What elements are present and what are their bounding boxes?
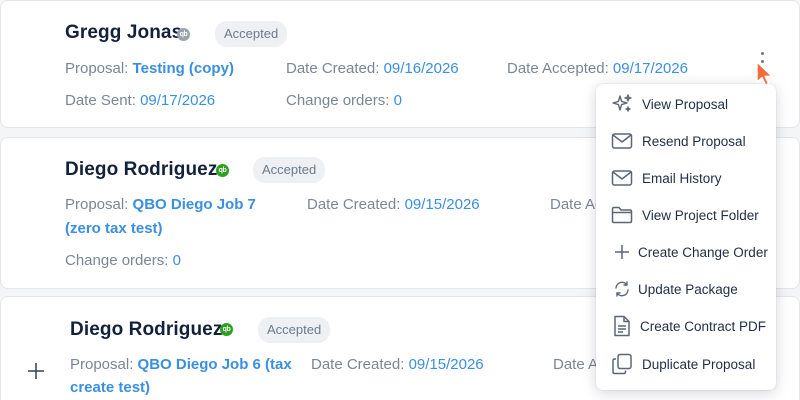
mouse-cursor-icon bbox=[756, 61, 773, 86]
proposal-label: Proposal: bbox=[70, 356, 134, 373]
menu-item-label: Duplicate Proposal bbox=[642, 356, 756, 372]
proposal-field: Proposal: QBO Diego Job 6 (tax bbox=[70, 353, 292, 377]
proposal-link[interactable]: QBO Diego Job 7 bbox=[133, 196, 256, 213]
status-badge: Accepted bbox=[258, 317, 331, 343]
qb-icon: qb bbox=[220, 323, 233, 336]
proposal-field: Proposal: QBO Diego Job 7 bbox=[65, 193, 256, 217]
menu-item-label: View Proposal bbox=[642, 96, 729, 112]
proposal-label: Proposal: bbox=[65, 60, 129, 77]
proposal-link-line2[interactable]: (zero tax test) bbox=[65, 220, 163, 237]
qb-icon: qb bbox=[177, 28, 190, 41]
copy-icon bbox=[610, 352, 634, 376]
menu-item-label: Create Change Order bbox=[638, 244, 768, 260]
menu-item-label: Update Package bbox=[638, 281, 738, 297]
date-created-field: Date Created: 09/16/2026 bbox=[286, 57, 459, 81]
client-name[interactable]: Diego Rodriguez bbox=[65, 159, 217, 181]
date-accepted-field: Date Accepted: 09/17/2026 bbox=[507, 57, 688, 81]
date-created-value: 09/16/2026 bbox=[383, 60, 459, 77]
date-accepted-label: Date A bbox=[553, 356, 599, 373]
menu-item-view-proposal[interactable]: View Proposal bbox=[596, 87, 776, 121]
change-orders-field: Change orders: 0 bbox=[65, 249, 181, 273]
date-sent-value: 09/17/2026 bbox=[140, 92, 216, 109]
menu-item-duplicate-proposal[interactable]: Duplicate Proposal bbox=[596, 347, 776, 381]
status-badge: Accepted bbox=[253, 157, 326, 183]
menu-item-create-change-order[interactable]: Create Change Order bbox=[596, 235, 776, 269]
proposal-link[interactable]: QBO Diego Job 6 (tax bbox=[138, 356, 292, 373]
change-orders-value[interactable]: 0 bbox=[394, 92, 402, 109]
date-accepted-label: Date Accepted: bbox=[507, 60, 609, 77]
date-created-value: 09/15/2026 bbox=[408, 356, 484, 373]
menu-item-label: Resend Proposal bbox=[642, 133, 746, 149]
plus-icon bbox=[610, 240, 634, 264]
menu-item-label: View Project Folder bbox=[642, 207, 759, 223]
proposal-label: Proposal: bbox=[65, 196, 129, 213]
menu-item-view-project-folder[interactable]: View Project Folder bbox=[596, 198, 776, 232]
date-accepted-field: Date A bbox=[553, 353, 598, 377]
menu-item-label: Create Contract PDF bbox=[640, 318, 767, 334]
envelope-icon bbox=[610, 129, 634, 153]
change-orders-value[interactable]: 0 bbox=[173, 252, 181, 269]
date-accepted-label: Date Ac bbox=[550, 196, 603, 213]
date-created-field: Date Created: 09/15/2026 bbox=[307, 193, 480, 217]
change-orders-label: Change orders: bbox=[65, 252, 169, 269]
date-sent-field: Date Sent: 09/17/2026 bbox=[65, 89, 215, 113]
envelope-icon bbox=[610, 166, 634, 190]
sparkle-icon bbox=[610, 92, 634, 116]
change-orders-label: Change orders: bbox=[286, 92, 390, 109]
expand-plus-icon[interactable] bbox=[27, 362, 45, 380]
status-badge: Accepted bbox=[215, 21, 288, 47]
proposal-field-wrap: create test) bbox=[70, 376, 150, 400]
change-orders-field: Change orders: 0 bbox=[286, 89, 402, 113]
date-sent-label: Date Sent: bbox=[65, 92, 136, 109]
actions-dropdown-menu: View Proposal Resend Proposal Email Hist… bbox=[596, 84, 776, 390]
client-name[interactable]: Diego Rodriguez bbox=[70, 319, 222, 341]
refresh-icon bbox=[610, 277, 634, 301]
menu-item-update-package[interactable]: Update Package bbox=[596, 272, 776, 306]
document-icon bbox=[610, 314, 634, 338]
menu-item-label: Email History bbox=[642, 170, 722, 186]
date-created-value: 09/15/2026 bbox=[404, 196, 480, 213]
date-created-label: Date Created: bbox=[307, 196, 401, 213]
date-created-label: Date Created: bbox=[286, 60, 380, 77]
folder-icon bbox=[610, 203, 634, 227]
date-created-label: Date Created: bbox=[311, 356, 405, 373]
date-created-field: Date Created: 09/15/2026 bbox=[311, 353, 484, 377]
date-accepted-value: 09/17/2026 bbox=[612, 60, 688, 77]
proposal-field-wrap: (zero tax test) bbox=[65, 217, 163, 241]
menu-item-resend-proposal[interactable]: Resend Proposal bbox=[596, 124, 776, 158]
menu-item-email-history[interactable]: Email History bbox=[596, 161, 776, 195]
proposal-link-line2[interactable]: create test) bbox=[70, 379, 150, 396]
menu-item-create-contract-pdf[interactable]: Create Contract PDF bbox=[596, 309, 776, 343]
client-name[interactable]: Gregg Jonas bbox=[65, 22, 182, 44]
kebab-dot bbox=[760, 52, 764, 55]
proposal-link[interactable]: Testing (copy) bbox=[133, 60, 234, 77]
date-accepted-field: Date Ac bbox=[550, 193, 603, 217]
qb-icon: qb bbox=[216, 164, 229, 177]
proposal-field: Proposal: Testing (copy) bbox=[65, 57, 234, 81]
